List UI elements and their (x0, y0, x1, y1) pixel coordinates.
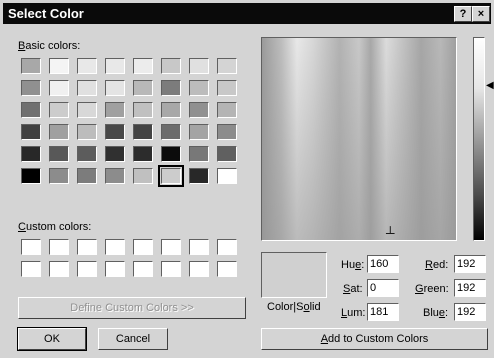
basic-color-swatch[interactable] (189, 80, 209, 96)
basic-color-swatch[interactable] (161, 146, 181, 162)
red-field[interactable]: 192 (454, 255, 486, 273)
hue-label: Hue: (341, 259, 365, 271)
basic-color-swatch[interactable] (217, 80, 237, 96)
basic-color-swatch[interactable] (49, 168, 69, 184)
basic-color-swatch[interactable] (49, 102, 69, 118)
lum-field[interactable]: 181 (367, 303, 399, 321)
sat-field[interactable]: 0 (367, 279, 399, 297)
basic-color-swatch[interactable] (77, 168, 97, 184)
basic-color-swatch[interactable] (133, 146, 153, 162)
basic-color-swatch[interactable] (49, 58, 69, 74)
basic-color-swatch[interactable] (21, 168, 41, 184)
basic-color-swatch[interactable] (77, 80, 97, 96)
custom-color-swatch[interactable] (217, 239, 237, 255)
title-bar[interactable]: Select Color ? × (3, 3, 491, 24)
color-spectrum[interactable]: ┴ (261, 37, 457, 241)
basic-colors-label: Basic colors: (18, 40, 80, 52)
green-label: Green: (415, 283, 449, 295)
basic-color-swatch[interactable] (158, 165, 184, 187)
basic-colors-label-text: asic colors: (25, 40, 81, 52)
custom-color-swatch[interactable] (77, 239, 97, 255)
custom-color-swatch[interactable] (161, 239, 181, 255)
basic-color-swatch[interactable] (161, 58, 181, 74)
basic-color-swatch[interactable] (49, 80, 69, 96)
basic-color-swatch[interactable] (105, 102, 125, 118)
basic-color-swatch[interactable] (49, 124, 69, 140)
red-label: Red: (425, 259, 449, 271)
basic-color-swatch[interactable] (21, 124, 41, 140)
basic-color-swatch[interactable] (105, 168, 125, 184)
basic-color-swatch[interactable] (21, 80, 41, 96)
close-button[interactable]: × (472, 6, 490, 22)
basic-color-swatch[interactable] (105, 124, 125, 140)
blue-label: Blue: (423, 307, 449, 319)
basic-color-swatch[interactable] (189, 124, 209, 140)
custom-colors-label: Custom colors: (18, 221, 91, 233)
custom-color-swatch[interactable] (133, 239, 153, 255)
select-color-dialog: Select Color ? × Basic colors: Custom co… (0, 0, 494, 358)
basic-color-swatch[interactable] (217, 124, 237, 140)
hue-field[interactable]: 160 (367, 255, 399, 273)
basic-color-swatch[interactable] (77, 146, 97, 162)
ok-button[interactable]: OK (17, 327, 87, 351)
basic-color-swatch[interactable] (217, 168, 237, 184)
custom-color-swatch[interactable] (189, 239, 209, 255)
custom-color-swatch[interactable] (133, 261, 153, 277)
basic-color-swatch[interactable] (217, 146, 237, 162)
basic-color-swatch[interactable] (77, 58, 97, 74)
custom-colors-label-accel: C (18, 221, 26, 233)
custom-color-swatch[interactable] (105, 261, 125, 277)
define-custom-colors-button[interactable]: Define Custom Colors >> (18, 297, 246, 319)
custom-colors-label-text: ustom colors: (25, 221, 92, 233)
help-button[interactable]: ? (454, 6, 472, 22)
custom-color-swatch[interactable] (105, 239, 125, 255)
color-preview (261, 252, 327, 298)
color-solid-label: Color|Solid (267, 301, 321, 313)
blue-field[interactable]: 192 (454, 303, 486, 321)
custom-color-swatch[interactable] (21, 239, 41, 255)
basic-color-swatch[interactable] (77, 124, 97, 140)
custom-color-swatch[interactable] (49, 261, 69, 277)
basic-color-swatch[interactable] (133, 58, 153, 74)
basic-color-swatch[interactable] (161, 80, 181, 96)
basic-color-swatch[interactable] (21, 58, 41, 74)
basic-color-swatch[interactable] (105, 146, 125, 162)
basic-color-swatch[interactable] (133, 80, 153, 96)
basic-color-swatch[interactable] (133, 168, 153, 184)
custom-color-swatch[interactable] (77, 261, 97, 277)
custom-color-swatch[interactable] (21, 261, 41, 277)
spectrum-crosshair-icon[interactable]: ┴ (386, 227, 395, 239)
green-field[interactable]: 192 (454, 279, 486, 297)
basic-color-swatch[interactable] (133, 124, 153, 140)
basic-color-swatch[interactable] (105, 80, 125, 96)
lum-label: Lum: (341, 307, 366, 319)
sat-label: Sat: (343, 283, 363, 295)
luminosity-arrow-icon[interactable]: ◀ (486, 80, 494, 91)
add-to-custom-colors-button[interactable]: Add to Custom Colors (261, 328, 488, 350)
basic-color-swatch[interactable] (21, 146, 41, 162)
basic-color-swatch[interactable] (189, 102, 209, 118)
basic-color-swatch[interactable] (189, 146, 209, 162)
custom-color-swatch[interactable] (189, 261, 209, 277)
basic-color-swatch[interactable] (161, 124, 181, 140)
custom-color-swatch[interactable] (217, 261, 237, 277)
window-title: Select Color (8, 6, 84, 21)
basic-color-swatch[interactable] (189, 58, 209, 74)
basic-color-swatch[interactable] (189, 168, 209, 184)
basic-color-swatch[interactable] (217, 58, 237, 74)
basic-color-swatch[interactable] (21, 102, 41, 118)
custom-color-swatch[interactable] (161, 261, 181, 277)
basic-color-swatch[interactable] (77, 102, 97, 118)
cancel-button[interactable]: Cancel (98, 328, 168, 350)
custom-color-swatch[interactable] (49, 239, 69, 255)
basic-color-swatch[interactable] (105, 58, 125, 74)
basic-color-swatch[interactable] (49, 146, 69, 162)
basic-color-swatch[interactable] (133, 102, 153, 118)
basic-color-swatch[interactable] (161, 102, 181, 118)
basic-color-swatch[interactable] (217, 102, 237, 118)
luminosity-bar[interactable] (473, 37, 485, 241)
